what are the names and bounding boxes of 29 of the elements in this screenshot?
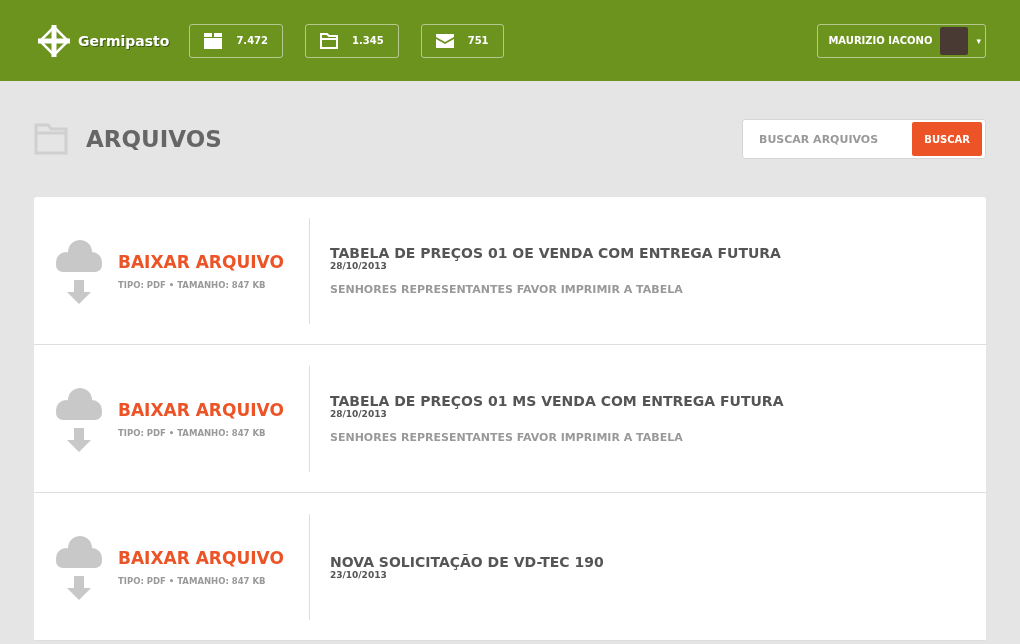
avatar: [940, 26, 969, 55]
cloud-download-icon: [54, 237, 104, 304]
download-link[interactable]: BAIXAR ARQUIVO: [118, 547, 284, 568]
file-date: 23/10/2013: [330, 569, 387, 580]
counter-button[interactable]: 7.472: [189, 23, 284, 58]
file-description: SENHORES REPRESENTANTES FAVOR IMPRIMIR A TABELA: [330, 283, 684, 296]
gift-box-icon: [204, 32, 223, 49]
file-date: 28/10/2013: [330, 409, 388, 419]
file-title: TABELA DE PREÇOS 01 MS VENDA COM ENTREGA FUTURA: [330, 393, 784, 409]
user-menu-button[interactable]: MAURIZIO IACONO ▾: [817, 23, 986, 58]
cloud-download-icon: [54, 533, 104, 600]
file-meta: TIPO: PDF • TAMANHO: 847 KB: [118, 575, 267, 586]
counter-button[interactable]: 1.345: [305, 23, 399, 58]
folder-icon: [320, 32, 339, 49]
search-field[interactable]: BUSCAR ARQUIVOS BUSCAR: [742, 119, 986, 159]
counter-button[interactable]: 751: [420, 23, 504, 58]
page-title: ARQUIVOS: [86, 126, 222, 152]
file-title: TABELA DE PREÇOS 01 OE VENDA COM ENTREGA FUTURA: [330, 245, 781, 261]
cloud-download-icon: [54, 385, 104, 452]
search-button[interactable]: BUSCAR: [912, 122, 982, 156]
file-description: SENHORES REPRESENTANTES FAVOR IMPRIMIR A TABELA: [330, 431, 684, 444]
file-title: NOVA SOLICITAÇÃO DE VD-TEC 190: [330, 553, 604, 570]
brand-name: Germipasto: [78, 32, 170, 49]
file-meta: TIPO: PDF • TAMANHO: 847 KB: [118, 427, 267, 438]
mail-icon: [435, 33, 454, 48]
download-link[interactable]: BAIXAR ARQUIVO: [118, 251, 284, 272]
file-date: 28/10/2013: [330, 261, 388, 271]
file-meta: TIPO: PDF • TAMANHO: 847 KB: [118, 279, 267, 290]
download-link[interactable]: BAIXAR ARQUIVO: [118, 399, 284, 420]
